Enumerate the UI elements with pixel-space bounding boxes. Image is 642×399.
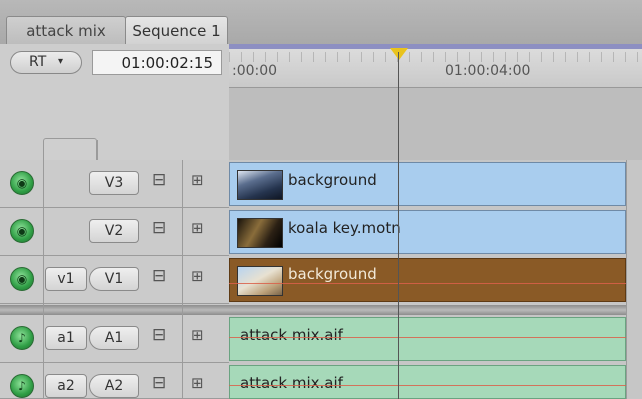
auto-select-icon[interactable]: ⊞	[191, 219, 204, 237]
rt-button[interactable]: RT	[10, 51, 82, 74]
dest-control-a2[interactable]: A2	[89, 374, 139, 398]
timecode-field[interactable]: 01:00:02:15	[92, 50, 222, 75]
clip-level-line[interactable]	[229, 385, 626, 386]
audio-enable-icon[interactable]: ♪	[10, 326, 34, 350]
clip-thumbnail	[237, 266, 283, 296]
tab-label: Sequence 1	[132, 22, 221, 40]
empty-track-area	[229, 88, 642, 160]
playhead-line[interactable]	[398, 52, 399, 399]
clip-label: koala key.motn	[288, 219, 401, 237]
chevron-down-icon: ▾	[58, 56, 64, 67]
clip-level-line[interactable]	[229, 337, 626, 338]
dest-control-a1[interactable]: A1	[89, 326, 139, 350]
lock-icon[interactable]: ⊟	[152, 266, 166, 286]
column-separator	[97, 140, 98, 160]
ruler-mid-label: 01:00:04:00	[445, 63, 531, 79]
video-visibility-icon[interactable]: ◉	[10, 267, 34, 291]
source-control-v1[interactable]: v1	[45, 267, 87, 291]
clip-label: attack mix.aif	[240, 374, 343, 392]
lock-icon[interactable]: ⊟	[152, 373, 166, 393]
auto-select-icon[interactable]: ⊞	[191, 267, 204, 285]
clip-label: background	[288, 171, 377, 189]
audio-enable-icon[interactable]: ♪	[10, 374, 34, 398]
video-visibility-icon[interactable]: ◉	[10, 171, 34, 195]
column-separator	[43, 160, 44, 399]
lock-icon[interactable]: ⊟	[152, 170, 166, 190]
dest-control-v3[interactable]: V3	[89, 171, 139, 195]
tab-label: attack mix	[26, 22, 106, 40]
lock-icon[interactable]: ⊟	[152, 218, 166, 238]
ruler-start-label: :00:00	[232, 63, 278, 79]
tab-attack-mix[interactable]: attack mix	[6, 16, 126, 44]
ruler-ticks	[229, 52, 642, 62]
auto-select-icon[interactable]: ⊞	[191, 171, 204, 189]
timeline-right-edge	[626, 160, 642, 399]
source-control-a1[interactable]: a1	[45, 326, 87, 350]
dest-control-v2[interactable]: V2	[89, 219, 139, 243]
video-audio-divider[interactable]	[0, 305, 642, 315]
dest-control-v1[interactable]: V1	[89, 267, 139, 291]
auto-select-icon[interactable]: ⊞	[191, 374, 204, 392]
lock-icon[interactable]: ⊟	[152, 325, 166, 345]
column-separator	[182, 160, 183, 399]
video-visibility-icon[interactable]: ◉	[10, 219, 34, 243]
auto-select-icon[interactable]: ⊞	[191, 326, 204, 344]
clip-level-line[interactable]	[229, 283, 626, 284]
tab-sequence-1[interactable]: Sequence 1	[125, 16, 228, 44]
clip-label: background	[288, 265, 377, 283]
time-ruler[interactable]	[229, 44, 642, 88]
source-control-a2[interactable]: a2	[45, 374, 87, 398]
render-bar	[229, 44, 642, 49]
rt-label: RT	[29, 54, 47, 70]
playhead-icon[interactable]	[390, 48, 408, 60]
clip-thumbnail	[237, 170, 283, 200]
clip-label: attack mix.aif	[240, 326, 343, 344]
clip-thumbnail	[237, 218, 283, 248]
